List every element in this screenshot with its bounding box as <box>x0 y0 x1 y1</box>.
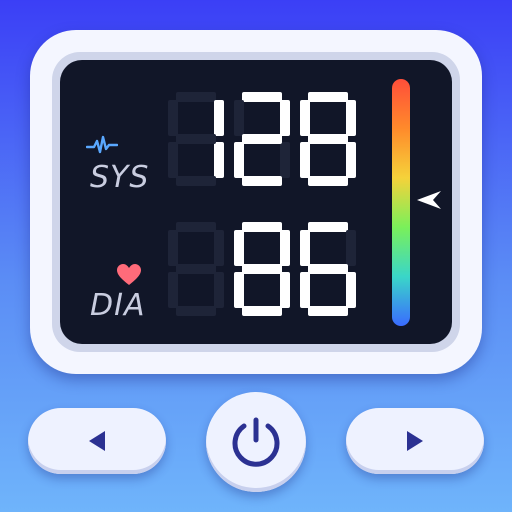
arrow-pointer-icon <box>417 191 441 209</box>
systolic-digit-2 <box>234 92 290 186</box>
segment-g <box>242 134 282 144</box>
segment-f <box>300 230 310 266</box>
segment-c <box>214 272 224 308</box>
sys-label: SYS <box>90 160 150 195</box>
segment-g <box>308 134 348 144</box>
segment-d <box>176 306 216 316</box>
systolic-digit-1 <box>168 92 224 186</box>
segment-g <box>242 264 282 274</box>
triangle-right-icon <box>407 431 423 451</box>
segment-b <box>214 230 224 266</box>
segment-e <box>168 272 178 308</box>
dia-label: DIA <box>90 288 146 323</box>
segment-d <box>242 176 282 186</box>
diastolic-digit-3 <box>300 222 356 316</box>
segment-b <box>214 100 224 136</box>
segment-c <box>346 142 356 178</box>
pulse-wave-icon <box>86 135 118 154</box>
segment-b <box>280 230 290 266</box>
segment-c <box>280 142 290 178</box>
segment-a <box>308 222 348 232</box>
diastolic-digit-2 <box>234 222 290 316</box>
segment-d <box>176 176 216 186</box>
segment-e <box>300 142 310 178</box>
segment-c <box>346 272 356 308</box>
segment-c <box>280 272 290 308</box>
segment-a <box>176 222 216 232</box>
segment-f <box>300 100 310 136</box>
segment-a <box>176 92 216 102</box>
segment-f <box>168 100 178 136</box>
segment-g <box>176 264 216 274</box>
triangle-left-icon <box>89 431 105 451</box>
segment-f <box>234 230 244 266</box>
segment-a <box>242 92 282 102</box>
segment-a <box>242 222 282 232</box>
power-button[interactable] <box>206 392 306 492</box>
segment-b <box>346 230 356 266</box>
previous-button[interactable] <box>28 408 166 474</box>
segment-c <box>214 142 224 178</box>
segment-d <box>242 306 282 316</box>
segment-f <box>234 100 244 136</box>
next-button[interactable] <box>346 408 484 474</box>
segment-d <box>308 306 348 316</box>
diastolic-digit-1 <box>168 222 224 316</box>
systolic-value <box>168 92 356 186</box>
segment-e <box>234 272 244 308</box>
segment-f <box>168 230 178 266</box>
segment-b <box>346 100 356 136</box>
segment-d <box>308 176 348 186</box>
segment-g <box>176 134 216 144</box>
segment-a <box>308 92 348 102</box>
diastolic-value <box>168 222 356 316</box>
segment-g <box>308 264 348 274</box>
segment-b <box>280 100 290 136</box>
power-icon <box>232 417 280 467</box>
segment-e <box>300 272 310 308</box>
segment-e <box>234 142 244 178</box>
segment-e <box>168 142 178 178</box>
pressure-scale-bar <box>392 79 410 326</box>
heart-icon <box>117 264 141 285</box>
systolic-digit-3 <box>300 92 356 186</box>
